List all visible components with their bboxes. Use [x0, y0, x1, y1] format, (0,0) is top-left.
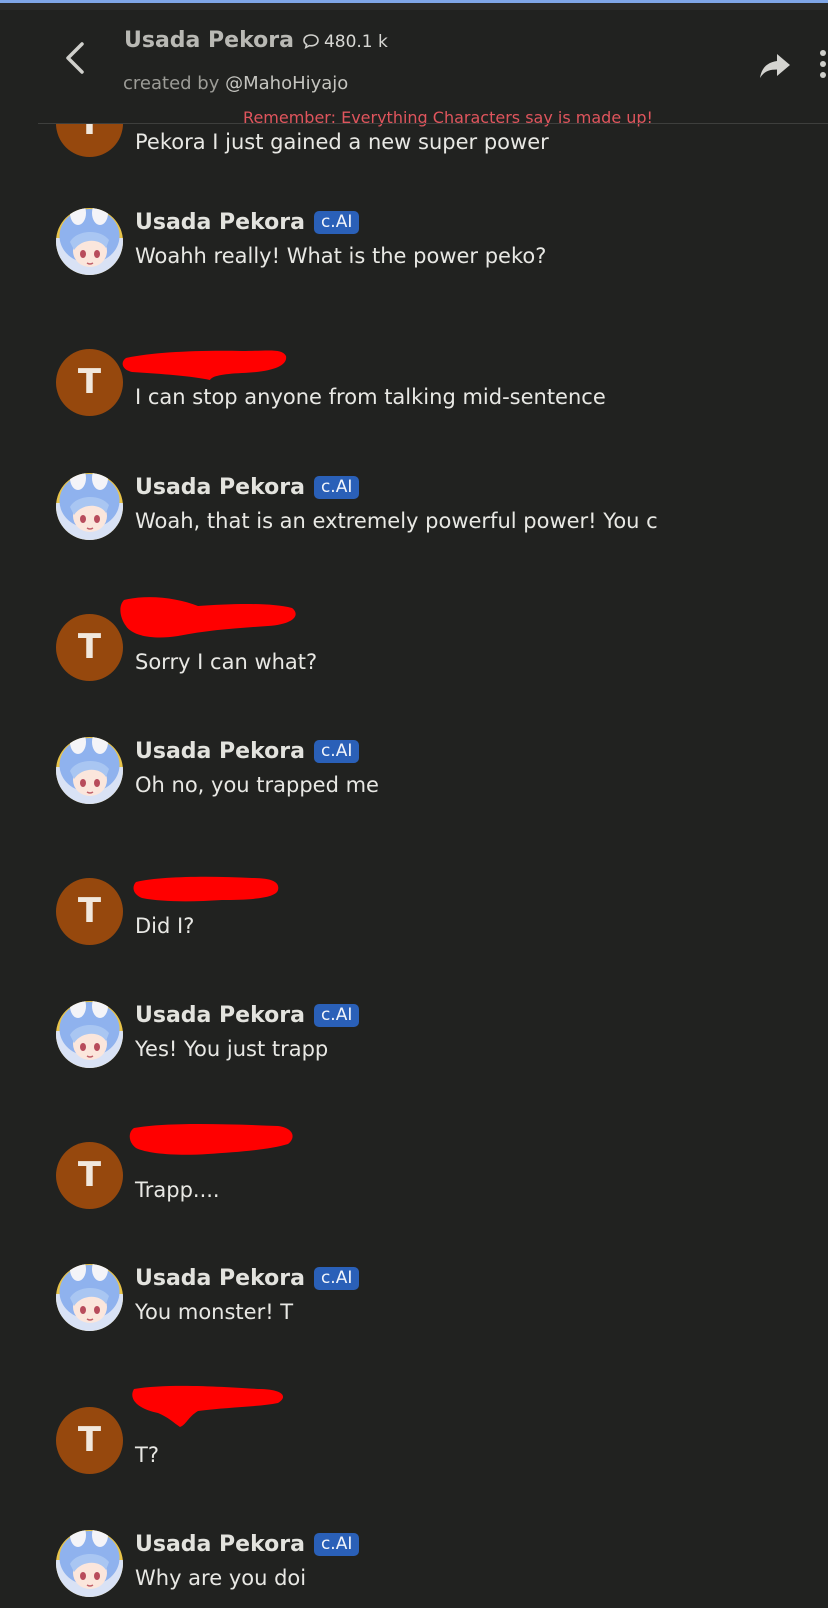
avatar[interactable] [56, 208, 123, 275]
creator-line: created by @MahoHiyajo [123, 73, 348, 94]
message-text: I can stop anyone from talking mid-sente… [135, 385, 606, 409]
ai-badge: c.AI [313, 1267, 360, 1290]
avatar[interactable] [56, 1264, 123, 1331]
message-text: Did I? [135, 914, 195, 938]
avatar[interactable]: T [56, 1142, 123, 1209]
message-text: Yes! You just trapp [135, 1037, 329, 1061]
redaction-mark [132, 1385, 284, 1427]
ai-badge: c.AI [313, 211, 360, 234]
avatar[interactable]: T [56, 124, 123, 157]
message-text: You monster! T [135, 1300, 294, 1324]
interaction-count: 480.1 k [323, 32, 388, 52]
avatar[interactable]: T [56, 878, 123, 945]
avatar[interactable]: T [56, 349, 123, 416]
creator-handle[interactable]: @MahoHiyajo [225, 73, 348, 94]
message-text: Sorry I can what? [135, 650, 318, 674]
character-name[interactable]: Usada Pekora [124, 28, 294, 53]
message-text: Why are you doi [135, 1566, 307, 1590]
sender-row: Usada Pekora c.AI [135, 739, 360, 764]
character-avatar-icon [56, 208, 123, 275]
message-text: Pekora I just gained a new super power [135, 130, 549, 154]
character-avatar-icon [56, 1001, 123, 1068]
message-list[interactable]: T Pekora I just gained a new super power… [0, 124, 828, 1608]
avatar[interactable] [56, 1530, 123, 1597]
message-text: Woah, that is an extremely powerful powe… [135, 509, 658, 533]
share-button[interactable] [758, 52, 792, 82]
back-button[interactable] [58, 40, 94, 76]
sender-row: Usada Pekora c.AI [135, 475, 360, 500]
ai-badge: c.AI [313, 1533, 360, 1556]
share-arrow-icon [760, 54, 790, 78]
sender-name: Usada Pekora [135, 739, 305, 764]
chat-bubble-icon [302, 33, 320, 50]
avatar[interactable]: T [56, 614, 123, 681]
sender-name: Usada Pekora [135, 1266, 305, 1291]
created-by-label: created by [123, 73, 226, 94]
sender-row: Usada Pekora c.AI [135, 1532, 360, 1557]
character-avatar-icon [56, 1264, 123, 1331]
message-text: Oh no, you trapped me [135, 773, 379, 797]
character-avatar-icon [56, 737, 123, 804]
redaction-mark [133, 876, 279, 902]
avatar[interactable] [56, 737, 123, 804]
character-avatar-icon [56, 473, 123, 540]
sender-name: Usada Pekora [135, 475, 305, 500]
sender-name: Usada Pekora [135, 210, 305, 235]
redaction-mark [122, 350, 287, 380]
chevron-left-icon [66, 42, 84, 74]
title-row: Usada Pekora 480.1 k [124, 28, 388, 53]
ai-badge: c.AI [313, 476, 360, 499]
message-text: T? [135, 1443, 159, 1467]
more-options-button[interactable] [818, 50, 828, 84]
sender-row: Usada Pekora c.AI [135, 210, 360, 235]
redaction-mark [129, 1124, 293, 1155]
sender-row: Usada Pekora c.AI [135, 1266, 360, 1291]
vertical-dots-icon [820, 50, 826, 56]
redaction-mark [120, 597, 296, 638]
chat-header: Usada Pekora 480.1 k created by @MahoHiy… [0, 10, 828, 127]
message-text: Trapp.... [135, 1178, 220, 1202]
avatar[interactable] [56, 1001, 123, 1068]
message-text: Woahh really! What is the power peko? [135, 244, 547, 268]
top-accent-strip [0, 0, 828, 10]
sender-row: Usada Pekora c.AI [135, 1003, 360, 1028]
ai-badge: c.AI [313, 740, 360, 763]
character-avatar-icon [56, 1530, 123, 1597]
ai-badge: c.AI [313, 1004, 360, 1027]
sender-name: Usada Pekora [135, 1003, 305, 1028]
avatar[interactable]: T [56, 1407, 123, 1474]
avatar[interactable] [56, 473, 123, 540]
sender-name: Usada Pekora [135, 1532, 305, 1557]
